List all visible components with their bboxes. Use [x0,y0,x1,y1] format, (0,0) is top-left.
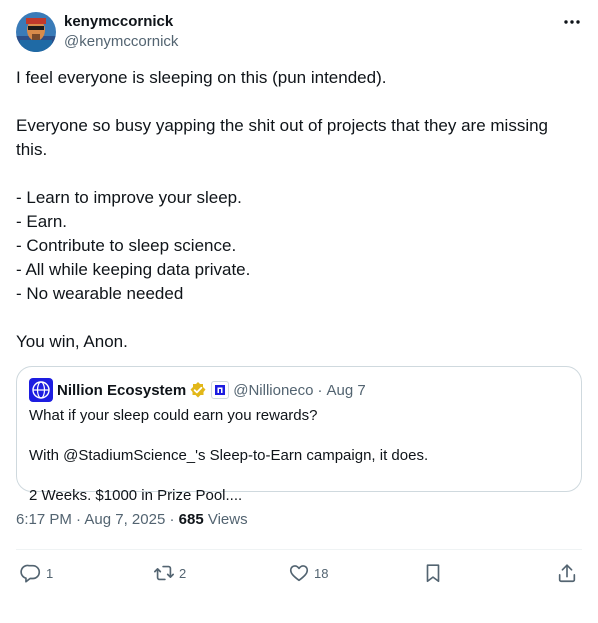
repost-icon [153,562,175,584]
quoted-handle[interactable]: @Nillioneco [233,382,313,399]
quoted-separator: · [317,381,323,399]
repost-count: 2 [179,565,187,581]
heart-icon [288,562,310,584]
author-names: kenymccornick @kenymccornick [64,12,178,52]
like-count: 18 [314,565,329,581]
meta-separator: · [76,511,82,528]
author-display-name[interactable]: kenymccornick [64,12,178,32]
reply-icon [20,562,42,584]
meta-separator: · [169,511,175,528]
quoted-post[interactable]: Nillion Ecosystem @Nillioneco · Aug 7 Wh… [16,366,582,504]
affiliate-logo-icon[interactable] [211,381,230,399]
post-text: I feel everyone is sleeping on this (pun… [16,68,549,351]
views-label: Views [207,511,248,528]
quoted-text: What if your sleep could earn you reward… [29,407,429,504]
avatar[interactable] [16,12,56,52]
tweet: kenymccornick @kenymccornick I feel ever… [16,12,582,596]
bookmark-icon [422,562,444,584]
quoted-date[interactable]: Aug 7 [326,382,365,399]
tweet-header: kenymccornick @kenymccornick [16,12,582,52]
more-options-icon[interactable] [562,12,582,32]
post-time[interactable]: 6:17 PM [16,511,72,528]
reply-button[interactable]: 1 [20,562,53,584]
bookmark-button[interactable] [422,562,444,584]
post-meta: 6:17 PM · Aug 7, 2025 · 685 Views [16,510,582,530]
repost-button[interactable]: 2 [153,562,186,584]
share-button[interactable] [556,562,578,584]
quoted-display-name[interactable]: Nillion Ecosystem [57,382,186,399]
post-date[interactable]: Aug 7, 2025 [84,511,165,528]
reply-count: 1 [46,565,54,581]
quoted-avatar[interactable] [29,378,53,402]
views-count: 685 [178,511,204,528]
author-handle[interactable]: @kenymccornick [64,32,178,52]
share-icon [556,562,578,584]
verified-badge-icon [189,381,207,399]
like-button[interactable]: 18 [288,562,328,584]
quoted-post-header: Nillion Ecosystem @Nillioneco · Aug 7 [29,378,569,402]
action-bar: 1 2 18 [16,550,582,596]
